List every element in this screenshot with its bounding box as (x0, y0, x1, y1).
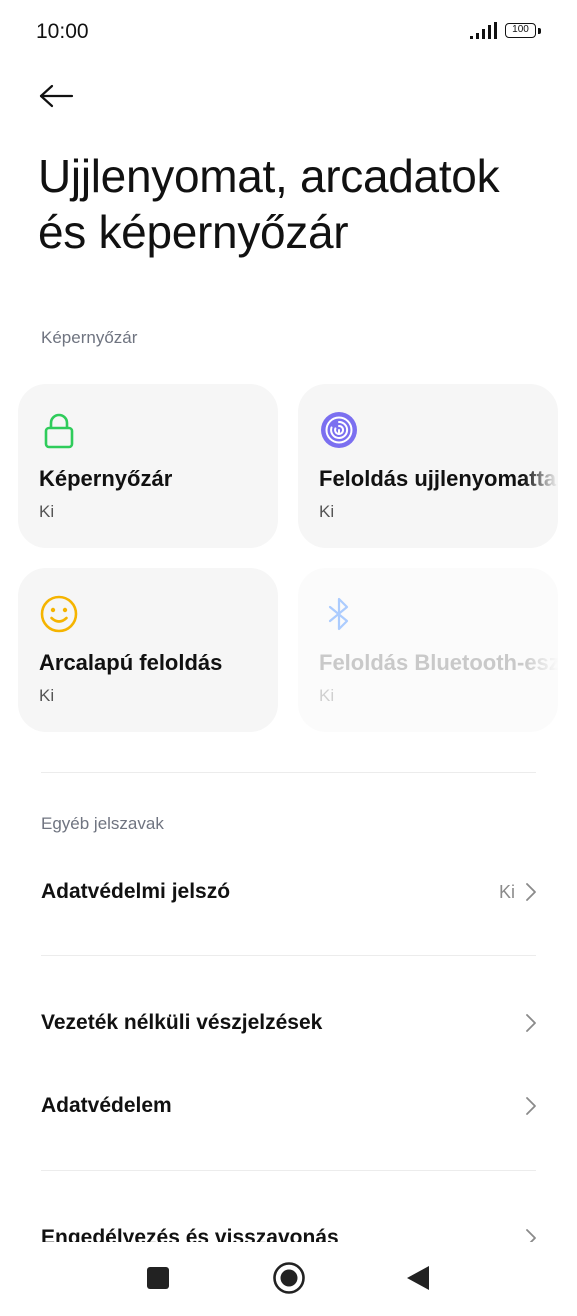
card-status: Ki (39, 502, 55, 521)
navigation-bar (0, 1242, 577, 1316)
recents-button[interactable] (138, 1258, 178, 1298)
list-item-label: Vezeték nélküli vészjelzések (41, 1011, 323, 1034)
divider (41, 955, 536, 956)
divider (41, 1170, 536, 1171)
card-status: Ki (319, 502, 335, 521)
face-icon (40, 595, 78, 633)
section-label-other-passwords: Egyéb jelszavak (41, 814, 164, 833)
card-screen-lock[interactable]: Képernyőzár Ki (18, 384, 278, 548)
chevron-right-icon (526, 1229, 536, 1242)
circle-icon (273, 1262, 305, 1294)
card-status: Ki (39, 686, 55, 705)
list-item-permissions-revocation[interactable]: Engedélyezés és visszavonás (0, 1220, 577, 1242)
divider (41, 772, 536, 773)
card-title: Képernyőzár (39, 466, 173, 491)
square-icon (147, 1267, 169, 1289)
card-title: Arcalapú feloldás (39, 650, 223, 675)
list-item-privacy[interactable]: Adatvédelem (0, 1066, 577, 1146)
page-title: Ujjlenyomat, arcadatok és képernyőzár (38, 150, 500, 258)
chevron-right-icon (526, 883, 536, 901)
list-item-label: Adatvédelmi jelszó (41, 880, 231, 903)
card-status: Ki (319, 686, 335, 705)
chevron-right-icon (526, 1097, 536, 1115)
chevron-right-icon (526, 1014, 536, 1032)
bluetooth-icon (328, 597, 349, 631)
card-title: Feloldás Bluetooth-eszközzel (319, 650, 558, 675)
card-fingerprint-unlock[interactable]: Feloldás ujjlenyomattal Ki (298, 384, 558, 548)
card-bluetooth-unlock[interactable]: Feloldás Bluetooth-eszközzel Ki (298, 568, 558, 732)
battery-icon: 100 (505, 22, 543, 40)
card-face-unlock[interactable]: Arcalapú feloldás Ki (18, 568, 278, 732)
signal-icon (470, 22, 497, 39)
list-item-value: Ki (498, 882, 515, 902)
back-nav-button[interactable] (398, 1258, 438, 1298)
list-item-privacy-password[interactable]: Adatvédelmi jelszó Ki (0, 852, 577, 932)
home-button[interactable] (269, 1258, 309, 1298)
lock-icon (44, 413, 74, 449)
list-item-label: Adatvédelem (41, 1094, 172, 1117)
list-item-label: Engedélyezés és visszavonás (41, 1226, 339, 1242)
back-button[interactable] (30, 72, 86, 120)
triangle-back-icon (407, 1266, 429, 1290)
card-title: Feloldás ujjlenyomattal (319, 466, 558, 491)
status-time: 10:00 (36, 20, 89, 43)
battery-level: 100 (505, 23, 536, 38)
fingerprint-icon (321, 412, 357, 448)
status-bar: 10:00 100 (0, 0, 577, 62)
arrow-left-icon (39, 84, 74, 108)
list-item-wireless-emergency-alerts[interactable]: Vezeték nélküli vészjelzések (0, 983, 577, 1063)
section-label-screen-lock: Képernyőzár (41, 328, 138, 347)
